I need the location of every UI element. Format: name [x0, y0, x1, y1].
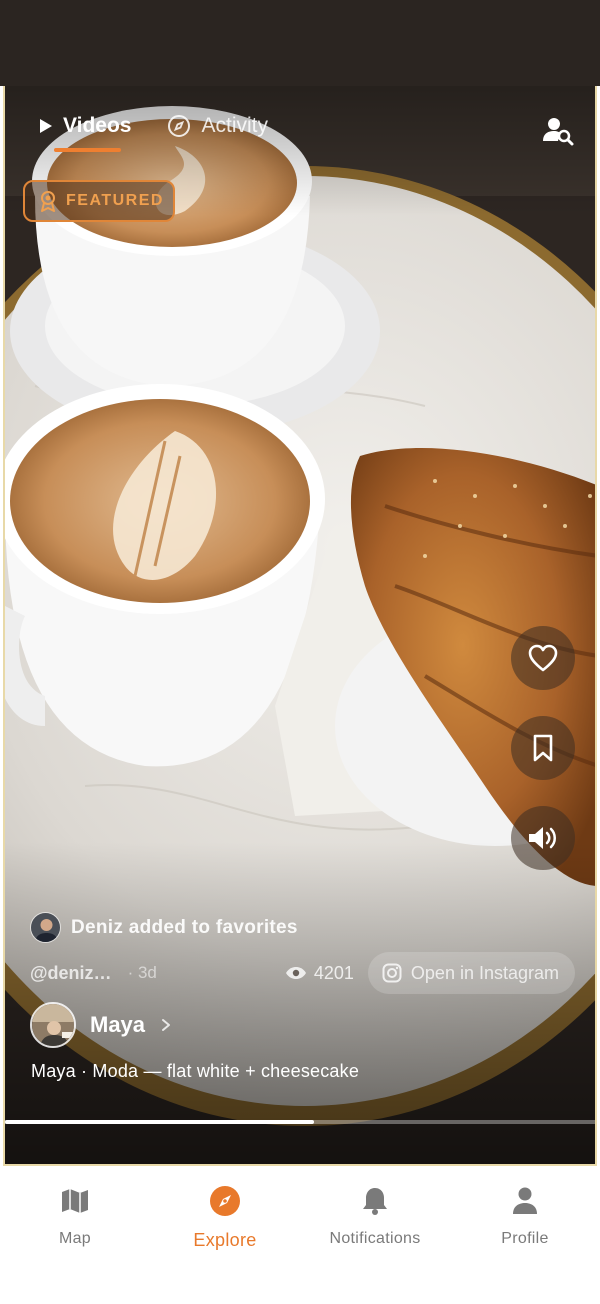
- video-progress-fill: [5, 1120, 314, 1124]
- nav-profile-label: Profile: [501, 1230, 549, 1247]
- map-icon: [62, 1189, 88, 1213]
- author-avatar: [30, 1002, 76, 1048]
- speaker-icon: [529, 827, 556, 849]
- user-search-icon: [543, 118, 574, 146]
- feed-tabs: Videos Activity: [39, 114, 268, 138]
- featured-label: FEATURED: [66, 192, 164, 209]
- chevron-right-icon: [162, 1019, 171, 1031]
- video-player[interactable]: Videos Activity FEATURED Deniz added to …: [3, 86, 597, 1166]
- compass-icon: [210, 1186, 240, 1216]
- nav-map[interactable]: Map: [0, 1168, 150, 1304]
- tab-activity[interactable]: Activity: [167, 114, 268, 138]
- video-progress-bar[interactable]: [5, 1120, 595, 1124]
- author-link[interactable]: Maya: [30, 1002, 171, 1048]
- activity-avatar: [30, 912, 61, 943]
- person-icon: [513, 1187, 537, 1214]
- search-user-button[interactable]: [541, 114, 575, 148]
- instagram-icon: [382, 963, 402, 983]
- open-in-instagram-label: Open in Instagram: [410, 962, 559, 983]
- view-count-value: 4201: [313, 962, 354, 983]
- heart-icon: [528, 644, 558, 672]
- play-icon: [40, 119, 52, 133]
- tab-activity-label: Activity: [201, 114, 268, 137]
- nav-map-label: Map: [58, 1230, 92, 1247]
- bookmark-icon: [533, 734, 553, 762]
- tab-videos[interactable]: Videos: [39, 114, 131, 138]
- award-icon: [41, 191, 55, 212]
- eye-icon: [285, 967, 306, 979]
- bottom-nav: Map Explore Notifications Profile: [0, 1168, 600, 1304]
- activity-text: Deniz added to favorites: [71, 916, 298, 938]
- bell-icon: [363, 1188, 387, 1215]
- app-root: Videos Activity FEATURED Deniz added to …: [0, 0, 600, 1304]
- post-caption: Maya · Moda — flat white + cheesecake: [31, 1061, 360, 1081]
- active-tab-indicator: [54, 148, 121, 152]
- bookmark-button[interactable]: [511, 716, 575, 780]
- compass-icon: [168, 115, 191, 137]
- featured-badge: FEATURED: [23, 180, 175, 222]
- post-age: · 3d: [127, 963, 157, 982]
- tab-videos-label: Videos: [63, 114, 132, 137]
- status-bar-area: [0, 0, 600, 86]
- nav-explore[interactable]: Explore: [150, 1168, 300, 1304]
- view-count: 4201: [285, 963, 354, 984]
- nav-profile[interactable]: Profile: [450, 1168, 600, 1304]
- like-button[interactable]: [511, 626, 575, 690]
- post-meta: @deniz… · 3d 4201 Open in Instagram: [30, 952, 575, 994]
- activity-notice: Deniz added to favorites: [30, 912, 298, 943]
- nav-explore-label: Explore: [193, 1230, 257, 1250]
- sound-button[interactable]: [511, 806, 575, 870]
- post-handle[interactable]: @deniz…: [30, 963, 112, 984]
- nav-notifications[interactable]: Notifications: [300, 1168, 450, 1304]
- author-name: Maya: [90, 1012, 146, 1037]
- nav-notifications-label: Notifications: [329, 1230, 421, 1247]
- open-in-instagram-button[interactable]: Open in Instagram: [367, 952, 575, 994]
